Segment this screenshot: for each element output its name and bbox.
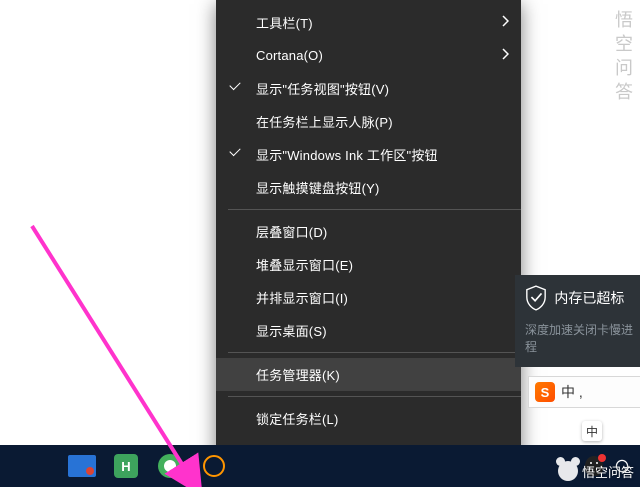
menu-item-label: 显示桌面(S) (256, 321, 509, 340)
bottom-margin (0, 487, 640, 503)
taskbar-context-menu: 工具栏(T) Cortana(O) 显示"任务视图"按钮(V) 在任务栏上显示人脉(P… (216, 0, 521, 474)
menu-item[interactable]: 显示触摸键盘按钮(Y) (216, 171, 521, 204)
menu-item[interactable]: 工具栏(T) (216, 6, 521, 39)
taskbar-app-h[interactable]: H (104, 445, 148, 487)
menu-separator (228, 396, 521, 397)
check-icon (216, 83, 256, 95)
menu-item-label: 在任务栏上显示人脉(P) (256, 112, 509, 131)
menu-item-label: 显示触摸键盘按钮(Y) (256, 178, 509, 197)
menu-item-label: 工具栏(T) (256, 13, 501, 32)
menu-item-label: 显示"任务视图"按钮(V) (256, 79, 509, 98)
wukong-watermark: 悟空问答 (558, 461, 634, 481)
menu-item-label: 并排显示窗口(I) (256, 288, 509, 307)
shield-icon (525, 285, 547, 311)
chevron-right-icon (501, 48, 509, 63)
menu-item[interactable]: Cortana(O) (216, 39, 521, 72)
taskbar[interactable]: H (0, 445, 640, 487)
ime-indicator[interactable]: S 中 , (528, 376, 640, 408)
security-alert-popup[interactable]: 内存已超标 深度加速关闭卡慢进程 (515, 275, 640, 367)
menu-item-label: 锁定任务栏(L) (256, 409, 509, 428)
popup-subtitle: 深度加速关闭卡慢进程 (525, 321, 634, 355)
menu-item[interactable]: 在任务栏上显示人脉(P) (216, 105, 521, 138)
cortana-button[interactable] (192, 445, 236, 487)
menu-item[interactable]: 层叠窗口(D) (216, 215, 521, 248)
sogou-logo-icon: S (535, 382, 555, 402)
menu-separator (228, 352, 521, 353)
taskbar-app-green[interactable] (148, 445, 192, 487)
menu-item[interactable]: 锁定任务栏(L) (216, 402, 521, 435)
menu-item-label: 层叠窗口(D) (256, 222, 509, 241)
check-icon (216, 149, 256, 161)
menu-item-label: 堆叠显示窗口(E) (256, 255, 509, 274)
menu-separator (228, 209, 521, 210)
wukong-text: 悟空问答 (582, 462, 634, 481)
menu-item[interactable]: 显示"Windows Ink 工作区"按钮 (216, 138, 521, 171)
cortana-circle-icon (203, 455, 225, 477)
taskbar-app-recorder[interactable] (60, 445, 104, 487)
menu-item[interactable]: 任务管理器(K) (216, 358, 521, 391)
menu-item-label: 显示"Windows Ink 工作区"按钮 (256, 145, 509, 164)
ime-mode-text: 中 , (561, 382, 583, 402)
menu-item-label: Cortana(O) (256, 48, 501, 63)
wukong-logo-icon (558, 461, 578, 481)
chevron-right-icon (501, 15, 509, 30)
popup-title: 内存已超标 (554, 288, 624, 308)
menu-item[interactable]: 显示桌面(S) (216, 314, 521, 347)
watermark-vertical: 悟空问答 (614, 10, 636, 106)
ime-zhong-badge: 中 (582, 421, 602, 441)
menu-item[interactable]: 显示"任务视图"按钮(V) (216, 72, 521, 105)
menu-item[interactable]: 并排显示窗口(I) (216, 281, 521, 314)
menu-item[interactable]: 堆叠显示窗口(E) (216, 248, 521, 281)
menu-item-label: 任务管理器(K) (256, 365, 509, 384)
